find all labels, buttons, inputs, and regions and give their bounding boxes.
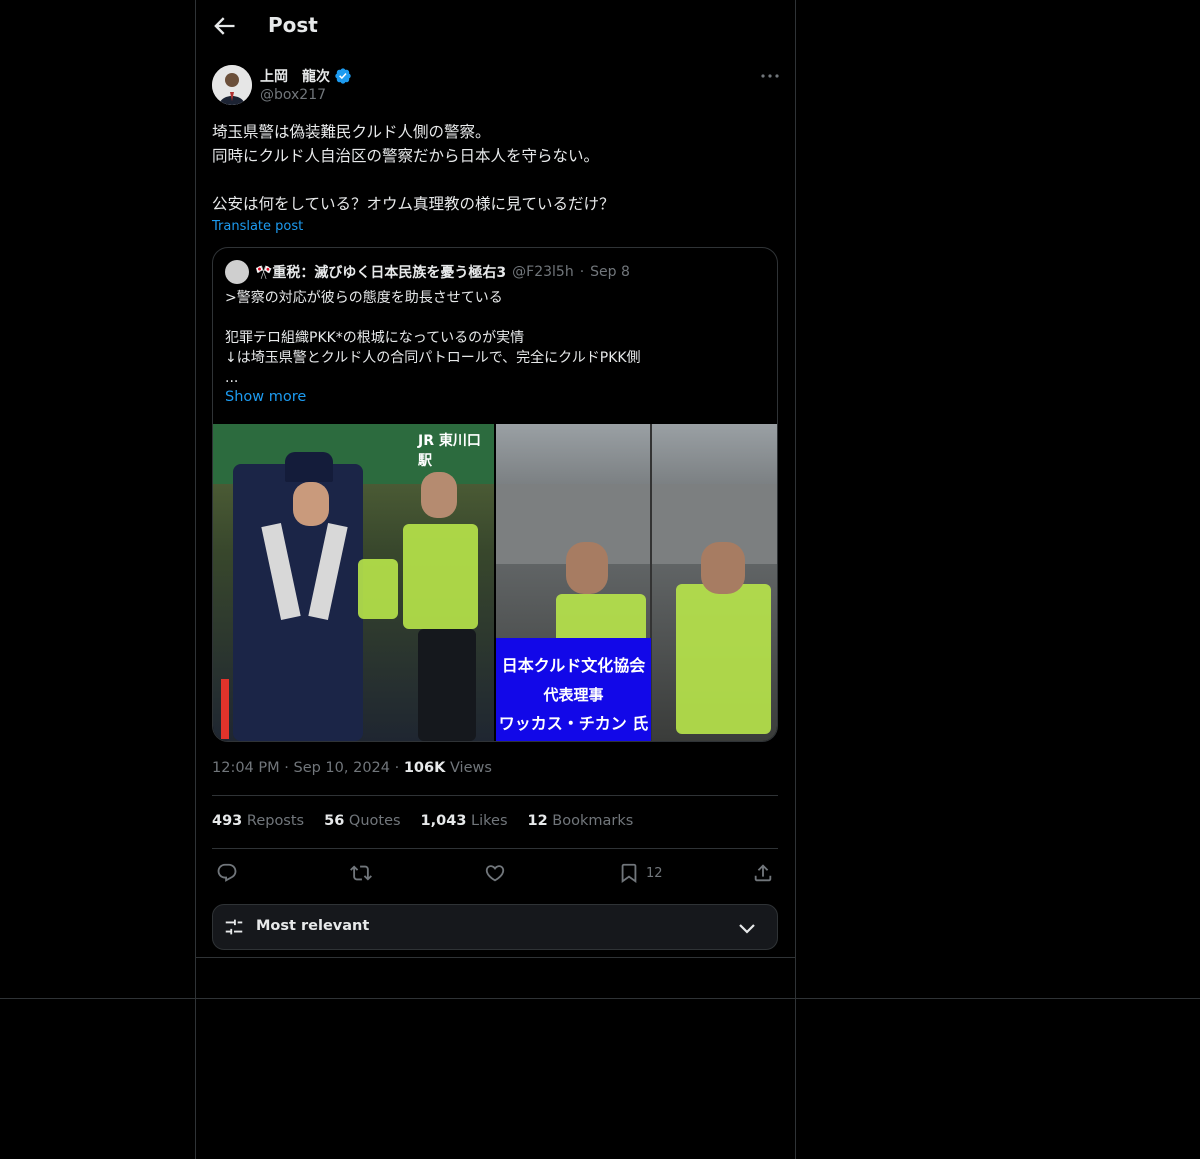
divider xyxy=(0,998,1200,999)
share-icon xyxy=(754,864,772,882)
stat-quotes-label: Quotes xyxy=(348,813,401,829)
stat-bookmarks-count: 12 xyxy=(527,813,548,829)
stat-likes-count: 1,043 xyxy=(420,813,467,829)
post-time[interactable]: 12:04 PM xyxy=(212,760,280,776)
stat-quotes[interactable]: 56 Quotes xyxy=(324,813,400,829)
reply-sort-dropdown[interactable]: Most relevant xyxy=(212,904,778,950)
divider xyxy=(212,848,778,849)
chevron-down-icon xyxy=(739,924,755,934)
quoted-post[interactable]: 🎌重税：滅びゆく日本民族を憂う極右3 @F23l5h · Sep 8 >警察の対… xyxy=(212,247,778,742)
translate-post-link[interactable]: Translate post xyxy=(212,219,303,234)
repost-icon xyxy=(350,865,372,881)
page-title: Post xyxy=(268,13,318,37)
separator-dot: · xyxy=(394,760,404,776)
quoted-post-text: >警察の対応が彼らの態度を助長させている 犯罪テロ組織PKK*の根城になっている… xyxy=(225,290,641,386)
bookmark-count: 12 xyxy=(646,865,663,881)
repost-button[interactable] xyxy=(350,861,372,885)
page-header: Post xyxy=(196,0,795,53)
like-icon xyxy=(485,865,505,882)
post-text: 埼玉県警は偽装難民クルド人側の警察。 同時にクルド人自治区の警察だから日本人を守… xyxy=(212,123,615,213)
quoted-avatar[interactable] xyxy=(225,260,249,284)
author-name-text[interactable]: 上岡 龍次 xyxy=(260,66,330,86)
bookmark-icon xyxy=(621,863,637,884)
back-arrow-icon[interactable] xyxy=(210,12,238,40)
stat-reposts[interactable]: 493 Reposts xyxy=(212,813,304,829)
verified-badge-icon xyxy=(335,68,351,84)
separator-dot: · xyxy=(579,264,585,280)
stat-likes-label: Likes xyxy=(471,813,508,829)
banner-line-2: 代表理事 xyxy=(543,686,604,704)
sliders-icon xyxy=(225,919,243,935)
post-meta: 12:04 PM · Sep 10, 2024 · 106K Views xyxy=(212,760,492,776)
patrol-photo[interactable]: JR 東川口駅 xyxy=(213,424,494,741)
reply-icon xyxy=(217,863,237,882)
caption-banner: 日本クルド文化協会 代表理事 ワッカス・チカン 氏 xyxy=(496,638,651,741)
stat-quotes-count: 56 xyxy=(324,813,345,829)
banner-line-1: 日本クルド文化協会 xyxy=(501,656,646,675)
divider xyxy=(212,795,778,796)
stat-reposts-count: 493 xyxy=(212,813,243,829)
post-date[interactable]: Sep 10, 2024 xyxy=(293,760,390,776)
views-label: Views xyxy=(449,760,492,776)
main-column: Post 上岡 龍次 @box217 埼玉県警は偽装難民クルド人側の警察。 同時… xyxy=(195,0,796,1159)
author-handle[interactable]: @box217 xyxy=(260,87,326,103)
vest-figure-4 xyxy=(676,584,771,734)
avatar[interactable] xyxy=(212,65,252,105)
vest-figure xyxy=(403,524,478,629)
author-name[interactable]: 上岡 龍次 xyxy=(260,66,352,86)
reply-button[interactable] xyxy=(216,861,238,885)
post-stats: 493 Reposts 56 Quotes 1,043 Likes 12 Boo… xyxy=(212,813,633,829)
more-options-icon[interactable] xyxy=(758,64,782,88)
quoted-author-handle[interactable]: @F23l5h xyxy=(512,264,574,280)
vest-figure-2 xyxy=(358,559,398,619)
station-sign: JR 東川口駅 xyxy=(418,433,481,469)
stat-bookmarks-label: Bookmarks xyxy=(552,813,634,829)
views-count: 106K xyxy=(403,760,446,776)
divider xyxy=(196,957,795,958)
quoted-author-name[interactable]: 🎌重税：滅びゆく日本民族を憂う極右3 xyxy=(255,262,506,282)
stat-bookmarks[interactable]: 12 Bookmarks xyxy=(528,813,634,829)
share-button[interactable] xyxy=(752,861,774,885)
quoted-post-header: 🎌重税：滅びゆく日本民族を憂う極右3 @F23l5h · Sep 8 xyxy=(225,260,630,284)
banner-line-3: ワッカス・チカン 氏 xyxy=(498,714,649,733)
bookmark-button[interactable]: 12 xyxy=(618,861,663,885)
show-more-link[interactable]: Show more xyxy=(225,389,306,405)
stat-likes[interactable]: 1,043 Likes xyxy=(421,813,508,829)
like-button[interactable] xyxy=(484,861,506,885)
stat-reposts-label: Reposts xyxy=(246,813,305,829)
sort-label: Most relevant xyxy=(256,918,370,934)
quoted-media[interactable]: JR 東川口駅 日本クルド文化協会 代表理事 ワッカス・チカン 氏 xyxy=(213,424,777,741)
quoted-date: Sep 8 xyxy=(590,264,630,280)
